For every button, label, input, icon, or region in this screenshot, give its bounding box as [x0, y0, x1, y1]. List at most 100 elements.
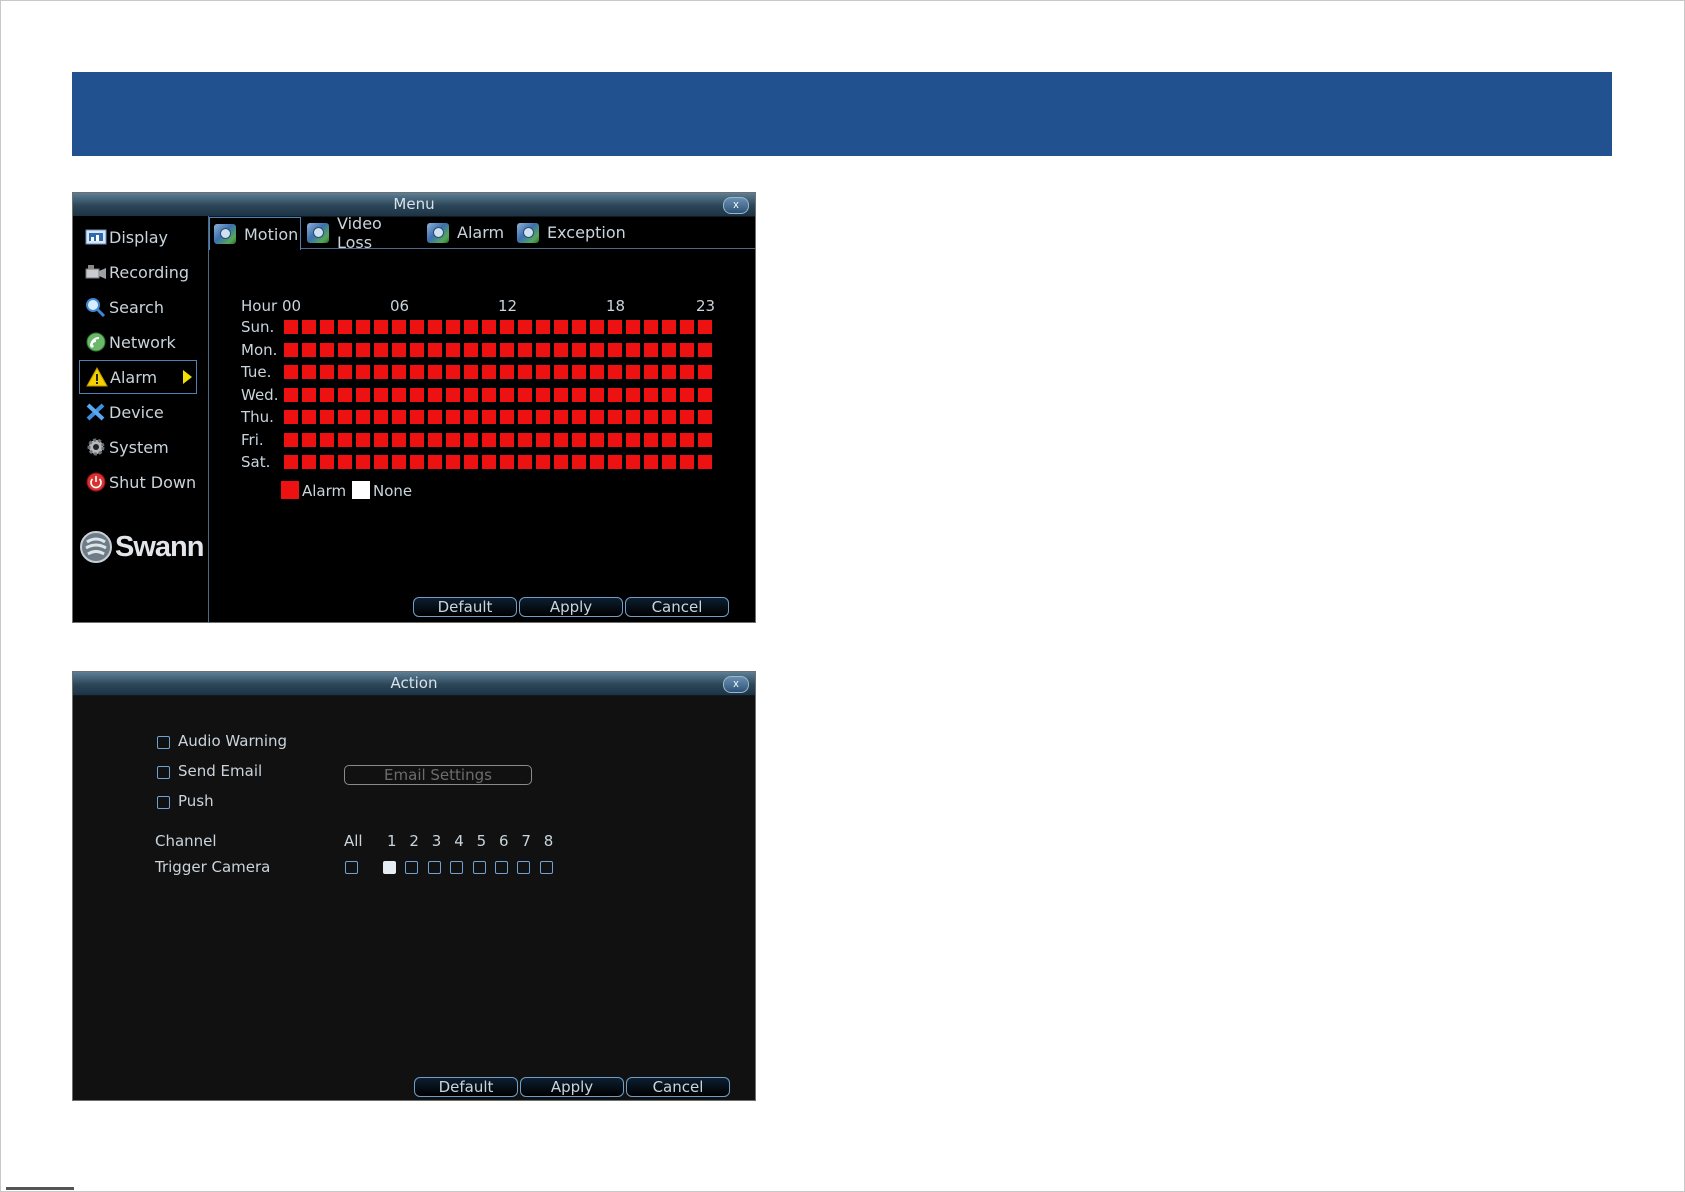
schedule-cell[interactable]	[410, 432, 424, 447]
schedule-cell[interactable]	[446, 320, 460, 334]
schedule-cell[interactable]	[482, 455, 496, 469]
sidebar-item-display[interactable]: Display	[79, 220, 197, 254]
cancel-button[interactable]: Cancel	[626, 1077, 730, 1097]
sidebar-item-device[interactable]: Device	[79, 395, 197, 429]
schedule-cell[interactable]	[338, 432, 352, 447]
schedule-cell[interactable]	[374, 432, 388, 447]
schedule-cell[interactable]	[518, 320, 532, 334]
schedule-cell[interactable]	[464, 410, 478, 424]
schedule-cell[interactable]	[680, 320, 694, 334]
schedule-cell[interactable]	[572, 342, 586, 357]
email-settings-button[interactable]: Email Settings	[344, 765, 532, 785]
schedule-cell[interactable]	[590, 410, 604, 424]
schedule-cell[interactable]	[302, 455, 316, 469]
apply-button[interactable]: Apply	[519, 597, 623, 617]
schedule-cell[interactable]	[680, 432, 694, 447]
schedule-cell[interactable]	[356, 365, 370, 379]
send-email-checkbox[interactable]	[157, 766, 170, 779]
schedule-cell[interactable]	[608, 342, 622, 357]
schedule-cell[interactable]	[554, 387, 568, 402]
schedule-cell[interactable]	[536, 342, 550, 357]
schedule-cell[interactable]	[482, 432, 496, 447]
schedule-cell[interactable]	[626, 432, 640, 447]
schedule-cell[interactable]	[536, 320, 550, 334]
schedule-cell[interactable]	[446, 342, 460, 357]
trigger-camera-checkbox-4[interactable]	[450, 861, 464, 874]
schedule-cell[interactable]	[392, 432, 406, 447]
schedule-cell[interactable]	[662, 387, 676, 402]
schedule-cell[interactable]	[626, 320, 640, 334]
schedule-cell[interactable]	[572, 387, 586, 402]
schedule-cell[interactable]	[482, 320, 496, 334]
schedule-cell[interactable]	[572, 410, 586, 424]
schedule-cell[interactable]	[356, 387, 370, 402]
schedule-cell[interactable]	[536, 432, 550, 447]
schedule-cell[interactable]	[518, 365, 532, 379]
schedule-cell[interactable]	[410, 410, 424, 424]
schedule-cell[interactable]	[536, 387, 550, 402]
tab-video-loss[interactable]: Video Loss	[303, 214, 413, 252]
cancel-button[interactable]: Cancel	[625, 597, 729, 617]
schedule-cell[interactable]	[662, 410, 676, 424]
trigger-camera-checkbox-7[interactable]	[517, 861, 531, 874]
schedule-cell[interactable]	[464, 365, 478, 379]
default-button[interactable]: Default	[413, 597, 517, 617]
schedule-cell[interactable]	[644, 432, 658, 447]
schedule-cell[interactable]	[446, 387, 460, 402]
schedule-cell[interactable]	[590, 387, 604, 402]
tab-motion[interactable]: Motion	[209, 217, 301, 250]
schedule-cell[interactable]	[392, 342, 406, 357]
schedule-cell[interactable]	[356, 410, 370, 424]
audio-warning-checkbox[interactable]	[157, 736, 170, 749]
schedule-cell[interactable]	[464, 432, 478, 447]
schedule-cell[interactable]	[608, 387, 622, 402]
schedule-cell[interactable]	[338, 455, 352, 469]
schedule-cell[interactable]	[284, 365, 298, 379]
schedule-cell[interactable]	[464, 320, 478, 334]
schedule-cell[interactable]	[284, 320, 298, 334]
schedule-cell[interactable]	[662, 455, 676, 469]
schedule-cell[interactable]	[518, 455, 532, 469]
schedule-cell[interactable]	[680, 387, 694, 402]
trigger-camera-checkbox-1[interactable]	[383, 861, 396, 874]
schedule-cell[interactable]	[662, 320, 676, 334]
schedule-cell[interactable]	[608, 455, 622, 469]
schedule-cell[interactable]	[338, 410, 352, 424]
schedule-cell[interactable]	[464, 387, 478, 402]
trigger-camera-checkbox-3[interactable]	[427, 861, 441, 874]
schedule-cell[interactable]	[392, 387, 406, 402]
default-button[interactable]: Default	[414, 1077, 518, 1097]
schedule-cell[interactable]	[644, 387, 658, 402]
schedule-cell[interactable]	[500, 365, 514, 379]
schedule-cell[interactable]	[320, 432, 334, 447]
schedule-cell[interactable]	[698, 365, 712, 379]
schedule-cell[interactable]	[410, 342, 424, 357]
schedule-cell[interactable]	[284, 455, 298, 469]
schedule-cell[interactable]	[554, 365, 568, 379]
schedule-cell[interactable]	[338, 387, 352, 402]
schedule-cell[interactable]	[608, 432, 622, 447]
schedule-cell[interactable]	[662, 365, 676, 379]
schedule-cell[interactable]	[392, 455, 406, 469]
schedule-cell[interactable]	[572, 432, 586, 447]
schedule-cell[interactable]	[680, 342, 694, 357]
schedule-cell[interactable]	[608, 365, 622, 379]
schedule-cell[interactable]	[392, 365, 406, 379]
schedule-cell[interactable]	[410, 455, 424, 469]
sidebar-item-alarm[interactable]: Alarm	[79, 360, 197, 394]
schedule-cell[interactable]	[374, 410, 388, 424]
schedule-cell[interactable]	[428, 342, 442, 357]
schedule-cell[interactable]	[320, 410, 334, 424]
schedule-cell[interactable]	[590, 432, 604, 447]
schedule-cell[interactable]	[338, 342, 352, 357]
schedule-cell[interactable]	[698, 410, 712, 424]
schedule-cell[interactable]	[428, 387, 442, 402]
schedule-cell[interactable]	[644, 365, 658, 379]
schedule-cell[interactable]	[644, 410, 658, 424]
schedule-cell[interactable]	[590, 320, 604, 334]
schedule-cell[interactable]	[626, 455, 640, 469]
schedule-cell[interactable]	[590, 455, 604, 469]
schedule-cell[interactable]	[626, 365, 640, 379]
schedule-cell[interactable]	[320, 320, 334, 334]
schedule-cell[interactable]	[644, 320, 658, 334]
